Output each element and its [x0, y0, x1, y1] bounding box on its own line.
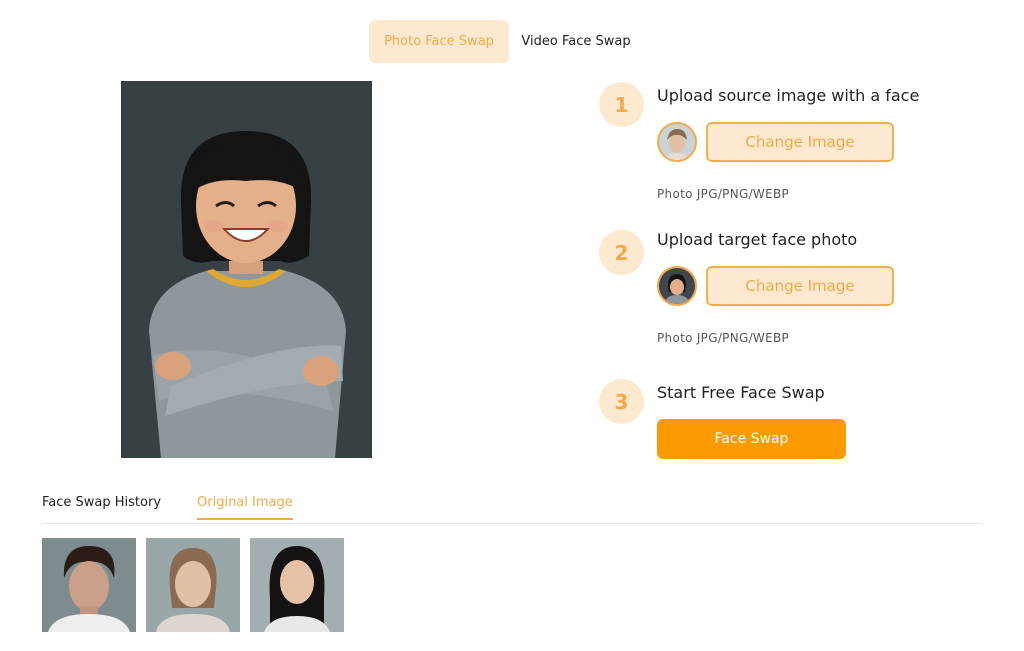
tab-original-image[interactable]: Original Image: [197, 495, 293, 520]
step-3-title: Start Free Face Swap: [657, 383, 825, 402]
change-target-image-button[interactable]: Change Image: [706, 266, 894, 306]
mode-tabs: Photo Face Swap Video Face Swap: [369, 20, 639, 63]
gallery-image-woman-1[interactable]: [146, 538, 240, 632]
step-1-number: 1: [599, 82, 644, 127]
step-3-number: 3: [599, 379, 644, 424]
gallery-image-man[interactable]: [42, 538, 136, 632]
tab-face-swap-history[interactable]: Face Swap History: [42, 495, 161, 520]
step-1-title: Upload source image with a face: [657, 86, 920, 105]
tab-video-face-swap[interactable]: Video Face Swap: [513, 20, 639, 63]
target-preview-image: [121, 81, 372, 458]
source-face-thumbnail: [657, 122, 697, 162]
original-image-gallery: [42, 538, 354, 632]
step-2-title: Upload target face photo: [657, 230, 858, 249]
tab-photo-face-swap[interactable]: Photo Face Swap: [369, 20, 509, 63]
step-2-number: 2: [599, 230, 644, 275]
history-tabs: Face Swap History Original Image: [42, 495, 329, 520]
change-source-image-button[interactable]: Change Image: [706, 122, 894, 162]
target-face-thumbnail: [657, 266, 697, 306]
tabs-divider: [42, 523, 982, 524]
target-format-hint: Photo JPG/PNG/WEBP: [657, 331, 790, 345]
source-format-hint: Photo JPG/PNG/WEBP: [657, 187, 790, 201]
face-swap-button[interactable]: Face Swap: [657, 419, 846, 459]
gallery-image-woman-2[interactable]: [250, 538, 344, 632]
